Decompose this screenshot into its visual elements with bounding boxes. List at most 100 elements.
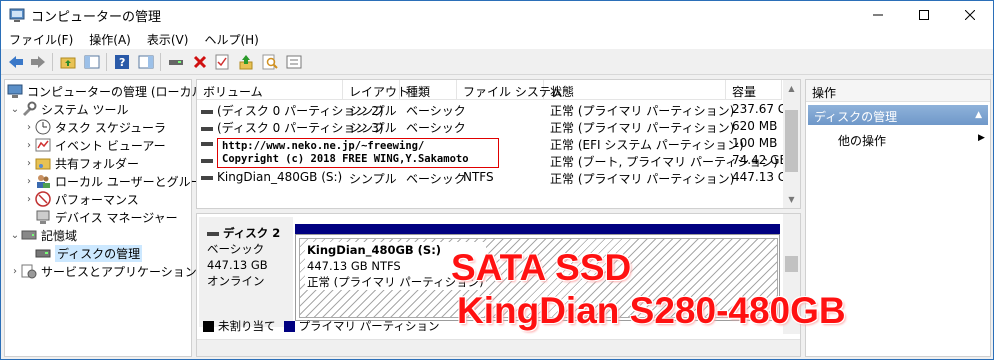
tree-item-performance[interactable]: › パフォーマンス	[23, 190, 139, 208]
submenu-arrow-icon[interactable]: ▶	[978, 133, 985, 143]
connect-drive-button[interactable]	[167, 53, 185, 71]
scroll-up-icon[interactable]: ▲	[783, 80, 800, 97]
volume-icon	[201, 175, 213, 180]
folder-up-icon	[60, 57, 76, 69]
url-text: http://www.neko.ne.jp/~freewing/	[222, 140, 425, 152]
back-arrow-icon	[9, 56, 23, 68]
column-header-filesystem[interactable]: ファイル システム	[457, 80, 562, 100]
tree-item-event-viewer[interactable]: › イベント ビューアー	[23, 136, 166, 154]
storage-icon	[21, 227, 37, 243]
overlay-title-line2: KingDian S280-480GB	[457, 290, 846, 331]
disk-info[interactable]: ディスク 2 ベーシック 447.13 GB オンライン	[199, 217, 293, 327]
menu-action[interactable]: 操作(A)	[81, 29, 139, 49]
shared-folder-icon	[35, 155, 51, 171]
table-row[interactable]: KingDian_480GB (S:) シンプル ベーシック NTFS 正常 (…	[197, 169, 795, 186]
search-button[interactable]	[261, 53, 279, 71]
scroll-down-icon[interactable]: ▼	[783, 191, 800, 208]
column-header-capacity[interactable]: 容量	[726, 80, 782, 100]
event-viewer-icon	[35, 137, 51, 153]
console-tree-icon	[84, 55, 100, 69]
disk-size: 447.13 GB	[207, 258, 268, 272]
window-title: コンピューターの管理	[31, 10, 162, 25]
import-up-icon	[239, 55, 253, 70]
tree-item-system-tools[interactable]: ⌄ システム ツール	[9, 100, 128, 118]
table-row[interactable]: (ディスク 0 パーティション 3) シンプル ベーシック 正常 (プライマリ …	[197, 118, 782, 135]
maximize-icon	[919, 10, 929, 20]
copyright-text: Copyright (c) 2018 FREE WING,Y.Sakamoto	[222, 153, 469, 165]
chevron-right-icon[interactable]: ›	[23, 122, 35, 133]
chevron-right-icon[interactable]: ›	[23, 140, 35, 151]
clock-icon	[35, 119, 51, 135]
volume-icon	[201, 158, 213, 163]
close-icon	[965, 10, 975, 20]
disk-type: ベーシック	[207, 242, 265, 256]
tree-item-shared-folders[interactable]: › 共有フォルダー	[23, 154, 139, 172]
table-row[interactable]: (ディスク 0 パーティション 2) シンプル ベーシック 正常 (プライマリ …	[197, 101, 795, 118]
menu-file[interactable]: ファイル(F)	[1, 29, 81, 49]
volume-icon	[201, 141, 213, 146]
help-button[interactable]: ?	[113, 53, 131, 71]
search-icon	[262, 54, 278, 70]
chevron-down-icon[interactable]: ⌄	[9, 230, 21, 241]
show-hide-tree-button[interactable]	[83, 53, 101, 71]
computer-management-icon	[9, 7, 25, 23]
scroll-thumb[interactable]	[785, 256, 798, 272]
chevron-right-icon[interactable]: ›	[23, 194, 35, 205]
legend-unallocated: 未割り当て	[218, 319, 276, 333]
import-button[interactable]	[237, 53, 255, 71]
column-header-layout[interactable]: レイアウト	[343, 80, 409, 100]
chevron-down-icon[interactable]: ⌄	[9, 104, 21, 115]
up-folder-button[interactable]	[59, 53, 77, 71]
forward-button[interactable]	[29, 53, 47, 71]
chevron-right-icon[interactable]: ›	[23, 176, 35, 187]
tree-item-device-manager[interactable]: デバイス マネージャー	[35, 208, 178, 226]
tree-item-disk-management[interactable]: ディスクの管理	[35, 244, 143, 262]
tree-item-computer-management[interactable]: コンピューターの管理 (ローカル)	[7, 82, 208, 100]
volume-icon	[201, 109, 213, 114]
maximize-button[interactable]	[901, 1, 947, 29]
delete-x-icon	[193, 55, 207, 69]
actions-section-disk-management[interactable]: ディスクの管理 ▲	[808, 105, 988, 125]
chevron-right-icon[interactable]: ›	[23, 158, 35, 169]
svg-text:?: ?	[119, 56, 125, 69]
tree-item-services-applications[interactable]: › サービスとアプリケーション	[9, 262, 197, 280]
computer-management-window: コンピューターの管理 ファイル(F) 操作(A) 表示(V) ヘルプ(H) ? …	[0, 0, 994, 360]
disk-status: オンライン	[207, 274, 265, 288]
action-pane-icon	[138, 55, 154, 69]
navigation-tree: コンピューターの管理 (ローカル) ⌄ システム ツール › タスク スケジュー…	[4, 79, 214, 357]
toolbar: ?	[1, 49, 993, 75]
legend: 未割り当て プライマリ パーティション	[203, 318, 439, 334]
collapse-up-icon[interactable]: ▲	[975, 110, 982, 120]
back-button[interactable]	[7, 53, 25, 71]
actions-title: 操作	[806, 80, 990, 102]
horizontal-scrollbar[interactable]	[197, 339, 800, 356]
properties-check-icon	[215, 54, 229, 70]
view-button[interactable]	[285, 53, 303, 71]
menu-view[interactable]: 表示(V)	[139, 29, 197, 49]
view-list-icon	[286, 55, 302, 69]
column-header-status[interactable]: 状態	[544, 80, 726, 100]
tree-item-storage[interactable]: ⌄ 記憶域	[9, 226, 77, 244]
tools-icon	[21, 101, 37, 117]
more-actions-item[interactable]: 他の操作	[838, 132, 886, 149]
tree-item-local-users-groups[interactable]: › ローカル ユーザーとグループ	[23, 172, 214, 190]
menu-help[interactable]: ヘルプ(H)	[196, 29, 266, 49]
primary-partition-swatch	[283, 320, 295, 332]
chevron-right-icon[interactable]: ›	[9, 266, 21, 277]
minimize-button[interactable]	[855, 1, 901, 29]
column-header-type[interactable]: 種類	[400, 80, 457, 100]
overlay-title-line1: SATA SSD	[451, 247, 632, 288]
delete-button[interactable]	[191, 53, 209, 71]
column-header-volume[interactable]: ボリューム	[197, 80, 343, 100]
unallocated-swatch	[203, 320, 214, 332]
drive-icon	[169, 60, 183, 65]
device-manager-icon	[35, 209, 51, 225]
properties-button[interactable]	[213, 53, 231, 71]
volume-list-scrollbar[interactable]: ▲ ▼	[783, 80, 800, 208]
disk-icon	[207, 231, 219, 236]
tree-item-task-scheduler[interactable]: › タスク スケジューラ	[23, 118, 166, 136]
minimize-icon	[873, 14, 883, 16]
close-button[interactable]	[947, 1, 993, 29]
scroll-thumb[interactable]	[785, 110, 798, 172]
show-hide-action-pane-button[interactable]	[137, 53, 155, 71]
